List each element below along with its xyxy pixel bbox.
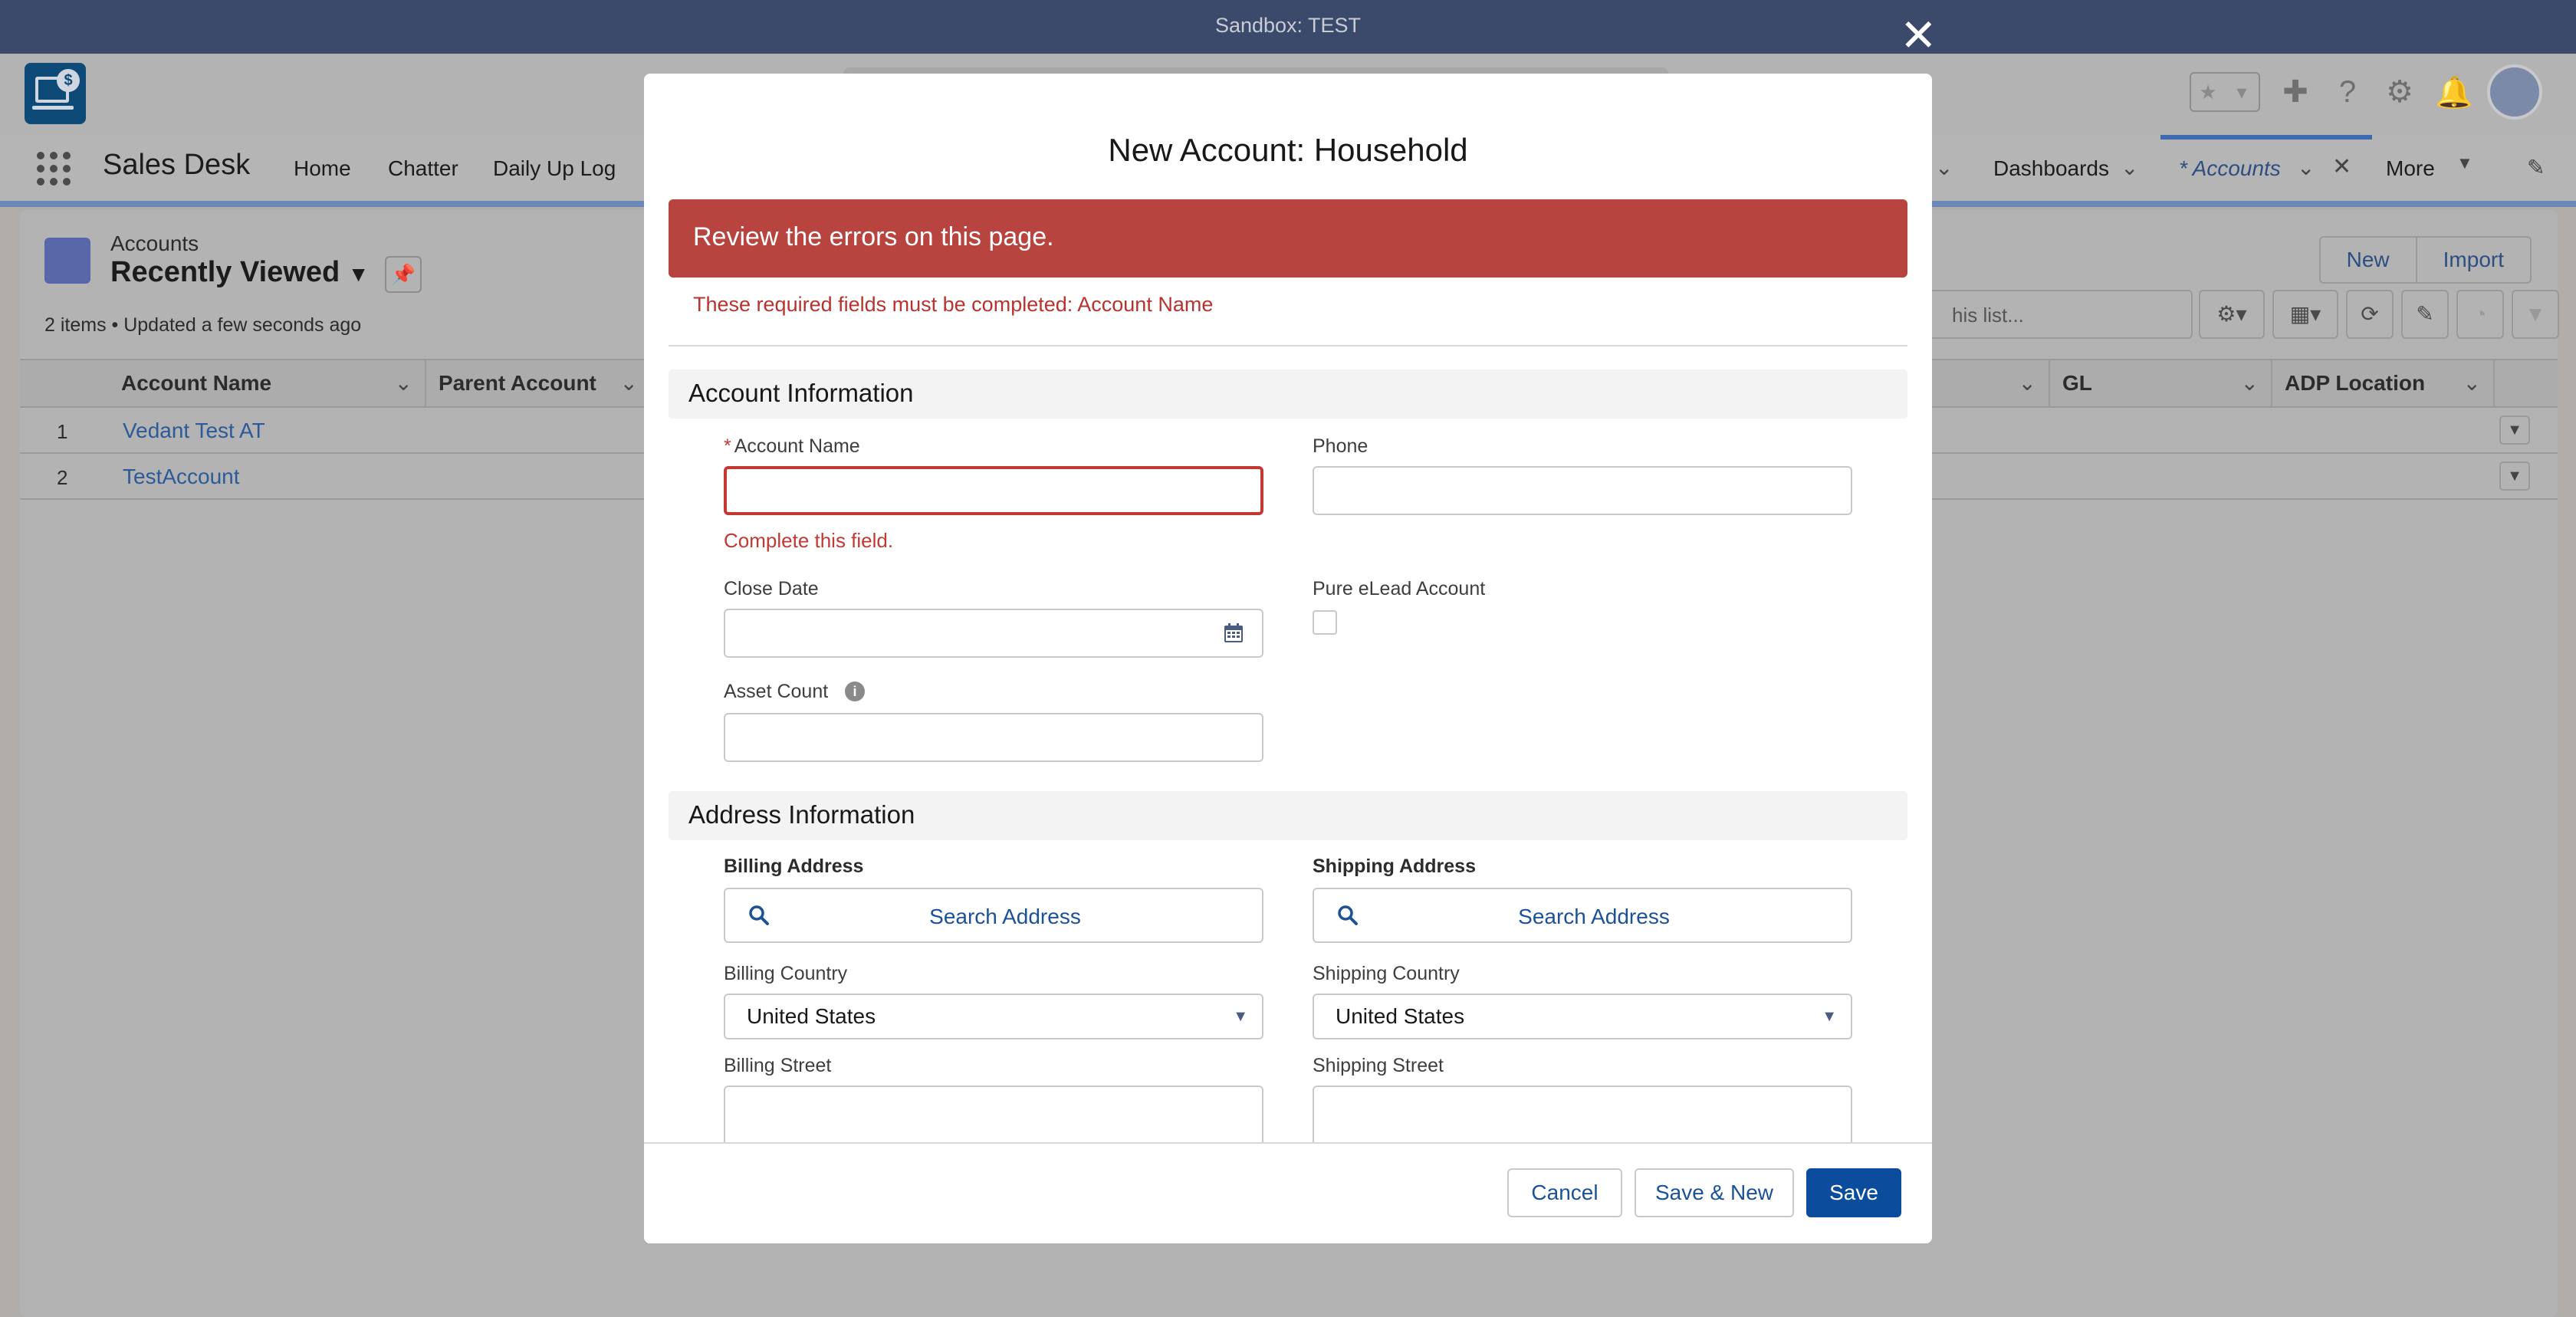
pure-elead-checkbox[interactable] xyxy=(1313,610,1337,635)
section-address-information[interactable]: Address Information xyxy=(669,791,1907,840)
chevron-down-icon: ⌄ xyxy=(2240,371,2259,395)
list-search-input[interactable]: his list... xyxy=(1906,290,2193,339)
account-link[interactable]: Vedant Test AT xyxy=(123,419,265,443)
row-number: 2 xyxy=(57,466,68,489)
divider xyxy=(669,345,1907,346)
accounts-icon xyxy=(44,238,90,284)
new-account-modal: New Account: Household Review the errors… xyxy=(644,74,1932,1243)
list-view-name[interactable]: Recently Viewed ▼ xyxy=(110,256,370,289)
favorites-group[interactable]: ★ ▾ xyxy=(2190,72,2260,112)
chevron-down-icon[interactable]: ⌄ xyxy=(2121,155,2138,180)
column-parent-account[interactable]: Parent Account ⌄ xyxy=(426,360,652,406)
import-button[interactable]: Import xyxy=(2415,238,2530,282)
modal-footer: Cancel Save & New Save xyxy=(644,1142,1932,1243)
account-name-error: Complete this field. xyxy=(724,529,894,552)
billing-street-label: Billing Street xyxy=(724,1055,832,1076)
bell-icon[interactable]: 🔔 xyxy=(2435,74,2473,110)
pure-elead-label: Pure eLead Account xyxy=(1313,578,1486,599)
nav-item-more[interactable]: More xyxy=(2386,156,2435,181)
phone-label: Phone xyxy=(1313,435,1368,457)
billing-address-label: Billing Address xyxy=(724,856,864,877)
chart-icon[interactable]: ◔ xyxy=(2456,290,2504,339)
close-date-label: Close Date xyxy=(724,578,819,599)
account-name-label: * Account Name xyxy=(724,435,860,457)
save-button[interactable]: Save xyxy=(1806,1168,1901,1217)
add-icon[interactable]: ✚ xyxy=(2279,74,2312,110)
list-toolbar: ⚙▾ ▦▾ ⟳ ✎ ◔ ▼ xyxy=(2199,290,2559,339)
asset-count-label: Asset Count xyxy=(724,681,829,702)
billing-country-select[interactable]: United States ▼ xyxy=(724,993,1263,1039)
refresh-icon[interactable]: ⟳ xyxy=(2346,290,2394,339)
sandbox-label: Sandbox: TEST xyxy=(1214,14,1362,37)
column-gl[interactable]: GL ⌄ xyxy=(2050,360,2272,406)
chevron-down-icon: ⌄ xyxy=(2018,371,2036,395)
column-adp-location[interactable]: ADP Location ⌄ xyxy=(2272,360,2495,406)
nav-item-daily-up-log[interactable]: Daily Up Log xyxy=(493,156,616,181)
caret-down-icon[interactable]: ▼ xyxy=(348,262,370,286)
row-actions-icon[interactable]: ▼ xyxy=(2499,415,2530,445)
modal-close-icon[interactable]: ✕ xyxy=(1900,9,1937,63)
calendar-icon[interactable] xyxy=(1222,622,1245,645)
billing-country-label: Billing Country xyxy=(724,963,848,984)
error-banner: Review the errors on this page. xyxy=(669,199,1907,278)
phone-input[interactable] xyxy=(1313,466,1852,515)
search-address-label: Search Address xyxy=(1518,905,1670,928)
new-button[interactable]: New xyxy=(2321,238,2416,282)
help-icon[interactable]: ? xyxy=(2331,75,2364,110)
nav-item-home[interactable]: Home xyxy=(294,156,351,181)
close-tab-icon[interactable]: ✕ xyxy=(2332,153,2351,180)
caret-down-icon[interactable]: ▼ xyxy=(2456,153,2473,173)
object-label: Accounts xyxy=(110,232,199,255)
app-launcher-icon[interactable] xyxy=(37,152,71,186)
shipping-country-select[interactable]: United States ▼ xyxy=(1313,993,1852,1039)
edit-icon[interactable]: ✎ xyxy=(2401,290,2449,339)
sandbox-banner: Sandbox: TEST xyxy=(0,0,2576,54)
edit-nav-icon[interactable]: ✎ xyxy=(2527,155,2545,180)
nav-item-accounts[interactable]: * Accounts xyxy=(2179,156,2281,181)
chevron-down-icon: ⌄ xyxy=(2463,371,2481,395)
account-link[interactable]: TestAccount xyxy=(123,465,240,489)
modal-title: New Account: Household xyxy=(1108,132,1468,168)
app-logo: $ xyxy=(25,63,86,124)
header-utility-icons: ★ ▾ ✚ ? ⚙ 🔔 xyxy=(2190,64,2542,120)
list-meta: 2 items • Updated a few seconds ago xyxy=(44,314,362,336)
shipping-search-address-button[interactable]: Search Address xyxy=(1313,888,1852,943)
chevron-down-icon[interactable]: ⌄ xyxy=(2297,155,2315,180)
column-account-name[interactable]: Account Name ⌄ xyxy=(109,360,426,406)
info-icon[interactable]: i xyxy=(845,681,865,701)
required-fields-error: These required fields must be completed:… xyxy=(693,293,1214,316)
shipping-address-label: Shipping Address xyxy=(1313,856,1476,877)
star-icon[interactable]: ★ xyxy=(2191,74,2225,110)
pin-icon[interactable]: 📌 xyxy=(385,256,422,293)
close-date-input[interactable] xyxy=(724,609,1263,658)
billing-search-address-button[interactable]: Search Address xyxy=(724,888,1263,943)
caret-down-icon: ▼ xyxy=(1822,1008,1837,1025)
row-number: 1 xyxy=(57,420,68,443)
settings-icon[interactable]: ⚙▾ xyxy=(2199,290,2265,339)
filter-icon[interactable]: ▼ xyxy=(2512,290,2559,339)
chevron-down-icon[interactable]: ▾ xyxy=(2225,74,2259,110)
display-as-icon[interactable]: ▦▾ xyxy=(2272,290,2338,339)
chevron-down-icon[interactable]: ⌄ xyxy=(1935,155,1953,180)
chevron-down-icon: ⌄ xyxy=(394,371,412,395)
chevron-down-icon: ⌄ xyxy=(619,371,638,395)
search-address-label: Search Address xyxy=(929,905,1081,928)
shipping-country-label: Shipping Country xyxy=(1313,963,1460,984)
app-name: Sales Desk xyxy=(103,149,251,181)
row-actions-icon[interactable]: ▼ xyxy=(2499,461,2530,491)
gear-icon[interactable]: ⚙ xyxy=(2383,74,2417,110)
account-name-input[interactable] xyxy=(724,466,1263,515)
nav-item-dashboards[interactable]: Dashboards xyxy=(1993,156,2109,181)
column-hidden[interactable]: ⌄ xyxy=(1993,360,2050,406)
avatar[interactable] xyxy=(2487,64,2542,120)
shipping-street-label: Shipping Street xyxy=(1313,1055,1444,1076)
caret-down-icon: ▼ xyxy=(1233,1008,1248,1025)
section-account-information[interactable]: Account Information xyxy=(669,369,1907,419)
save-and-new-button[interactable]: Save & New xyxy=(1635,1168,1794,1217)
list-actions: New Import xyxy=(2318,236,2532,284)
asset-count-input[interactable] xyxy=(724,713,1263,762)
nav-item-chatter[interactable]: Chatter xyxy=(388,156,458,181)
cancel-button[interactable]: Cancel xyxy=(1507,1168,1622,1217)
